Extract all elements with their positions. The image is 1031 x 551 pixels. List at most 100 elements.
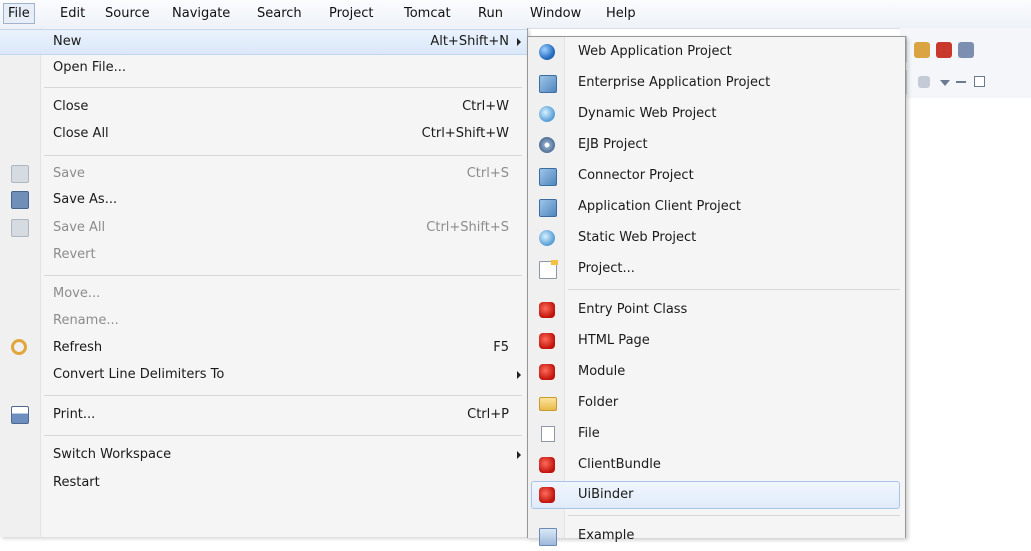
submenu-item-web-application-project[interactable]: Web Application Project <box>528 37 905 67</box>
submenu-item-module[interactable]: Module <box>528 357 905 387</box>
submenu-item-static-web-project[interactable]: Static Web Project <box>528 223 905 253</box>
gwt-icon <box>539 457 555 473</box>
menu-source[interactable]: Source <box>101 4 154 23</box>
submenu-arrow-icon <box>517 451 521 459</box>
submenu-item-connector-project[interactable]: Connector Project <box>528 161 905 191</box>
menu-item-label: Restart <box>53 475 100 490</box>
menu-item-label: Switch Workspace <box>53 447 172 462</box>
menu-item-open-file[interactable]: Open File... <box>0 55 527 81</box>
menu-item-close-all[interactable]: Close All Ctrl+Shift+W <box>0 121 527 147</box>
submenu-item-enterprise-application-project[interactable]: Enterprise Application Project <box>528 68 905 98</box>
gwt-icon <box>539 487 555 503</box>
menu-item-move[interactable]: Move... <box>0 281 527 307</box>
submenu-item-label: Static Web Project <box>578 230 697 245</box>
submenu-item-label: Module <box>578 364 626 379</box>
gwt-icon <box>539 364 555 380</box>
menu-item-print[interactable]: Print... Ctrl+P <box>0 402 527 428</box>
refresh-icon <box>11 339 27 355</box>
app-client-icon <box>539 199 557 217</box>
folder-icon <box>539 397 557 411</box>
chevron-down-icon[interactable] <box>940 80 950 86</box>
menu-item-save-as[interactable]: Save As... <box>0 187 527 213</box>
menu-run[interactable]: Run <box>474 4 507 23</box>
menu-item-label: Convert Line Delimiters To <box>53 367 225 382</box>
menu-separator <box>44 87 522 88</box>
submenu-item-project[interactable]: Project... <box>528 254 905 284</box>
save-all-icon <box>11 219 29 237</box>
menu-window[interactable]: Window <box>526 4 585 23</box>
menu-item-label: Save <box>53 166 85 181</box>
submenu-item-label: UiBinder <box>578 487 634 502</box>
submenu-item-folder[interactable]: Folder <box>528 388 905 418</box>
submenu-item-dynamic-web-project[interactable]: Dynamic Web Project <box>528 99 905 129</box>
submenu-item-label: Connector Project <box>578 168 694 183</box>
submenu-item-application-client-project[interactable]: Application Client Project <box>528 192 905 222</box>
maximize-icon[interactable] <box>974 76 985 87</box>
menu-item-refresh[interactable]: Refresh F5 <box>0 335 527 361</box>
submenu-item-label: Dynamic Web Project <box>578 106 717 121</box>
new-submenu: Web Application Project Enterprise Appli… <box>527 36 906 546</box>
printer-icon <box>11 406 29 424</box>
menu-item-label: Open File... <box>53 60 127 75</box>
menu-item-label: Close All <box>53 126 109 141</box>
menu-item-close[interactable]: Close Ctrl+W <box>0 94 527 120</box>
menu-help[interactable]: Help <box>602 4 640 23</box>
submenu-item-entry-point-class[interactable]: Entry Point Class <box>528 295 905 325</box>
menu-item-shortcut: Ctrl+W <box>462 99 509 114</box>
menu-item-restart[interactable]: Restart <box>0 470 527 496</box>
menu-item-label: Refresh <box>53 340 103 355</box>
menu-item-switch-workspace[interactable]: Switch Workspace <box>0 442 527 468</box>
submenu-item-uibinder[interactable]: UiBinder <box>528 480 905 510</box>
menu-item-convert-line-delimiters[interactable]: Convert Line Delimiters To <box>0 362 527 388</box>
submenu-item-clientbundle[interactable]: ClientBundle <box>528 450 905 480</box>
submenu-item-label: Entry Point Class <box>578 302 688 317</box>
menu-item-label: Move... <box>53 286 101 301</box>
save-icon <box>11 165 29 183</box>
globe-icon <box>539 44 555 60</box>
menu-file[interactable]: File <box>3 3 35 24</box>
menu-navigate[interactable]: Navigate <box>168 4 234 23</box>
tomcat-restart-icon[interactable] <box>958 42 974 58</box>
menu-edit[interactable]: Edit <box>56 4 89 23</box>
menubar: File Edit Source Navigate Search Project… <box>0 0 1031 29</box>
menu-item-shortcut: Ctrl+Shift+W <box>421 126 509 141</box>
menu-item-rename[interactable]: Rename... <box>0 308 527 334</box>
menu-separator <box>568 515 900 516</box>
menu-separator <box>44 155 522 156</box>
menu-item-label: Save All <box>53 220 106 235</box>
menu-item-shortcut: Alt+Shift+N <box>430 34 509 49</box>
menu-item-new[interactable]: New Alt+Shift+N <box>0 29 527 55</box>
toolbar-separator <box>906 70 907 94</box>
submenu-item-label: Project... <box>578 261 635 276</box>
view-menu-icon[interactable] <box>918 76 930 88</box>
menu-item-revert[interactable]: Revert <box>0 242 527 268</box>
menu-item-save[interactable]: Save Ctrl+S <box>0 161 527 187</box>
menu-item-shortcut: Ctrl+P <box>467 407 509 422</box>
submenu-arrow-icon <box>517 38 521 46</box>
save-as-icon <box>11 191 29 209</box>
menu-project[interactable]: Project <box>325 4 377 23</box>
file-menu: New Alt+Shift+N Open File... Close Ctrl+… <box>0 28 528 537</box>
submenu-item-label: Enterprise Application Project <box>578 75 771 90</box>
menu-separator <box>44 275 522 276</box>
gwt-icon <box>539 333 555 349</box>
submenu-item-label: Example <box>578 528 635 543</box>
submenu-item-label: HTML Page <box>578 333 650 348</box>
minimize-icon[interactable] <box>956 81 966 83</box>
tomcat-stop-icon[interactable] <box>936 42 952 58</box>
menu-search[interactable]: Search <box>253 4 306 23</box>
submenu-item-file[interactable]: File <box>528 419 905 449</box>
menu-item-label: Revert <box>53 247 96 262</box>
enterprise-app-icon <box>539 75 557 93</box>
file-icon <box>541 426 555 442</box>
menu-tomcat[interactable]: Tomcat <box>400 4 455 23</box>
menu-separator <box>44 395 522 396</box>
menu-item-shortcut: Ctrl+Shift+S <box>426 220 509 235</box>
menu-item-save-all[interactable]: Save All Ctrl+Shift+S <box>0 215 527 241</box>
menu-item-label: New <box>53 34 82 49</box>
submenu-item-example[interactable]: Example <box>528 521 905 551</box>
submenu-item-label: File <box>578 426 600 441</box>
submenu-item-ejb-project[interactable]: EJB Project <box>528 130 905 160</box>
submenu-item-html-page[interactable]: HTML Page <box>528 326 905 356</box>
tomcat-start-icon[interactable] <box>914 42 930 58</box>
